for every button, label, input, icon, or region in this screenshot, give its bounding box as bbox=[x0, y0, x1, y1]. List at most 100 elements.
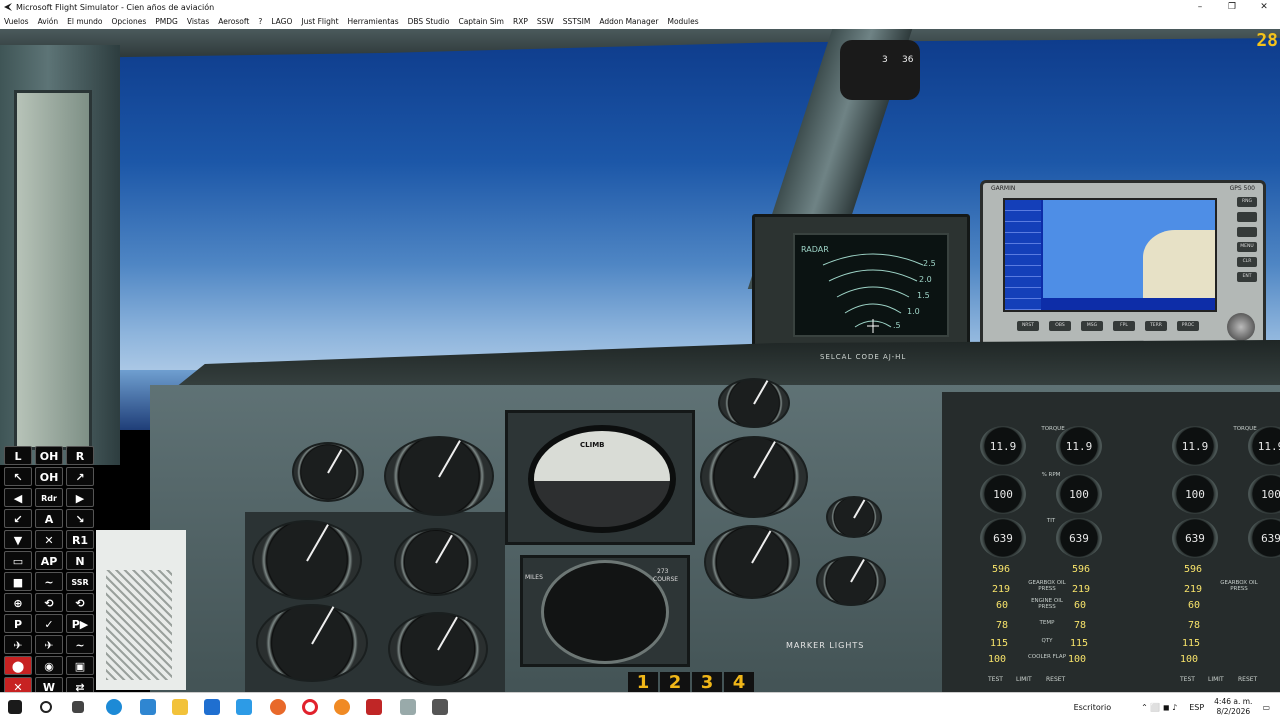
toolbar-button[interactable]: ↘ bbox=[66, 509, 94, 528]
minimize-button[interactable]: – bbox=[1184, 0, 1216, 14]
toolbar-button[interactable]: ▭ bbox=[4, 551, 32, 570]
toolbar-button[interactable]: ◀ bbox=[4, 488, 32, 507]
hsi-indicator[interactable]: MILES 273 COURSE bbox=[520, 555, 690, 667]
menu-item[interactable]: Captain Sim bbox=[458, 17, 504, 26]
vsi-right-gauge[interactable] bbox=[704, 525, 800, 599]
edge-icon[interactable] bbox=[106, 699, 122, 715]
attitude-indicator[interactable]: CLIMB bbox=[505, 410, 695, 545]
toolbar-button[interactable]: R bbox=[66, 446, 94, 465]
airspeed-gauge[interactable] bbox=[256, 604, 368, 682]
gps-key-obs[interactable]: OBS bbox=[1049, 321, 1071, 331]
close-button[interactable]: ✕ bbox=[1248, 0, 1280, 14]
folder-icon[interactable] bbox=[172, 699, 188, 715]
test-label[interactable]: TEST bbox=[1180, 676, 1195, 683]
reset-label[interactable]: RESET bbox=[1046, 676, 1065, 683]
toolbar-button[interactable]: L bbox=[4, 446, 32, 465]
turn-coordinator-gauge[interactable] bbox=[394, 528, 478, 596]
rmi-gauge[interactable] bbox=[388, 612, 488, 686]
toolbar-button[interactable]: OH bbox=[35, 467, 63, 486]
reset-label[interactable]: RESET bbox=[1238, 676, 1257, 683]
opera-icon[interactable] bbox=[302, 699, 318, 715]
altimeter-right-gauge[interactable] bbox=[700, 436, 808, 518]
menu-item[interactable]: Just Flight bbox=[301, 17, 338, 26]
toolbar-button[interactable]: ↗ bbox=[66, 467, 94, 486]
gps-key-nrst[interactable]: NRST bbox=[1017, 321, 1039, 331]
toolbar-button[interactable]: SSR bbox=[66, 572, 94, 591]
gps-key[interactable] bbox=[1237, 227, 1257, 237]
vertical-speed-gauge[interactable] bbox=[292, 442, 364, 502]
toolbar-button[interactable]: A bbox=[35, 509, 63, 528]
menu-item[interactable]: Modules bbox=[667, 17, 698, 26]
menu-item[interactable]: DBS Studio bbox=[408, 17, 450, 26]
menu-item[interactable]: Opciones bbox=[112, 17, 147, 26]
toolbar-button[interactable]: ↙ bbox=[4, 509, 32, 528]
vor-gauge[interactable] bbox=[384, 436, 494, 516]
view-1-button[interactable]: 1 bbox=[628, 672, 658, 694]
gps-key-terr[interactable]: TERR bbox=[1145, 321, 1167, 331]
store-icon[interactable] bbox=[140, 699, 156, 715]
view-2-button[interactable]: 2 bbox=[660, 672, 690, 694]
gps-key-proc[interactable]: PROC bbox=[1177, 321, 1199, 331]
desktop-label[interactable]: Escritorio bbox=[1074, 703, 1112, 712]
toolbar-button[interactable]: ⊕ bbox=[4, 593, 32, 612]
clock-gauge[interactable] bbox=[718, 378, 790, 428]
menu-item[interactable]: PMDG bbox=[155, 17, 178, 26]
menu-item[interactable]: Vistas bbox=[187, 17, 209, 26]
menu-item[interactable]: El mundo bbox=[67, 17, 102, 26]
menu-item[interactable]: LAGO bbox=[271, 17, 292, 26]
toolbar-button[interactable]: ⟲ bbox=[66, 593, 94, 612]
toolbar-button[interactable]: ~ bbox=[35, 572, 63, 591]
app-icon[interactable] bbox=[204, 699, 220, 715]
toolbar-button[interactable]: ~ bbox=[66, 635, 94, 654]
menu-item[interactable]: Aerosoft bbox=[218, 17, 249, 26]
gps-unit[interactable]: GARMIN GPS 500 RNG MENU CLR ENT NRST OBS… bbox=[980, 180, 1266, 348]
toolbar-button[interactable]: AP bbox=[35, 551, 63, 570]
toolbar-button[interactable]: ⟲ bbox=[35, 593, 63, 612]
gps-knob[interactable] bbox=[1227, 313, 1255, 341]
notifications-icon[interactable]: ▭ bbox=[1262, 703, 1270, 712]
view-3-button[interactable]: 3 bbox=[692, 672, 722, 694]
toolbar-button[interactable]: ⬤ bbox=[4, 656, 32, 675]
app-icon[interactable] bbox=[334, 699, 350, 715]
restore-button[interactable]: ❐ bbox=[1216, 0, 1248, 14]
toolbar-button[interactable]: P▶ bbox=[66, 614, 94, 633]
toolbar-button[interactable]: OH bbox=[35, 446, 63, 465]
task-view-icon[interactable] bbox=[72, 701, 84, 713]
menu-item[interactable]: Vuelos bbox=[4, 17, 29, 26]
gps-key-menu[interactable]: MENU bbox=[1237, 242, 1257, 252]
view-4-button[interactable]: 4 bbox=[724, 672, 754, 694]
toolbar-button[interactable]: ✓ bbox=[35, 614, 63, 633]
gps-key-msg[interactable]: MSG bbox=[1081, 321, 1103, 331]
menu-item[interactable]: Avión bbox=[38, 17, 59, 26]
menu-item[interactable]: Addon Manager bbox=[599, 17, 658, 26]
toolbar-button[interactable]: N bbox=[66, 551, 94, 570]
test-label[interactable]: TEST bbox=[988, 676, 1003, 683]
gps-key-rng[interactable]: RNG bbox=[1237, 197, 1257, 207]
radar-unit[interactable]: RADAR 2.5 2.0 1.5 1.0 .5 bbox=[752, 214, 970, 348]
menu-item[interactable]: Herramientas bbox=[348, 17, 399, 26]
toolbar-button[interactable]: ▶ bbox=[66, 488, 94, 507]
gps-key-ent[interactable]: ENT bbox=[1237, 272, 1257, 282]
toolbar-button[interactable]: R1 bbox=[66, 530, 94, 549]
toolbar-button[interactable]: ◉ bbox=[35, 656, 63, 675]
menu-item[interactable]: ? bbox=[258, 17, 262, 26]
menu-item[interactable]: RXP bbox=[513, 17, 528, 26]
app-icon[interactable] bbox=[400, 699, 416, 715]
language-indicator[interactable]: ESP bbox=[1189, 703, 1204, 712]
toolbar-button[interactable]: ✈ bbox=[4, 635, 32, 654]
toolbar-button[interactable]: Rdr bbox=[35, 488, 63, 507]
altimeter-gauge[interactable] bbox=[252, 520, 362, 600]
toolbar-button[interactable]: ▼ bbox=[4, 530, 32, 549]
app-icon[interactable] bbox=[366, 699, 382, 715]
elevator-trim-gauge[interactable] bbox=[816, 556, 886, 606]
tray-icons[interactable]: ⌃ ⬜ ◼ ♪ bbox=[1141, 703, 1177, 712]
mail-icon[interactable] bbox=[236, 699, 252, 715]
toolbar-button[interactable]: ↖ bbox=[4, 467, 32, 486]
start-icon[interactable] bbox=[8, 700, 22, 714]
toolbar-button[interactable]: ✈ bbox=[35, 635, 63, 654]
search-icon[interactable] bbox=[40, 701, 52, 713]
toolbar-button[interactable]: ■ bbox=[4, 572, 32, 591]
gps-key-clr[interactable]: CLR bbox=[1237, 257, 1257, 267]
clock[interactable]: 4:46 a. m. 8/2/2026 bbox=[1214, 697, 1252, 717]
selector-knob[interactable] bbox=[826, 496, 882, 538]
